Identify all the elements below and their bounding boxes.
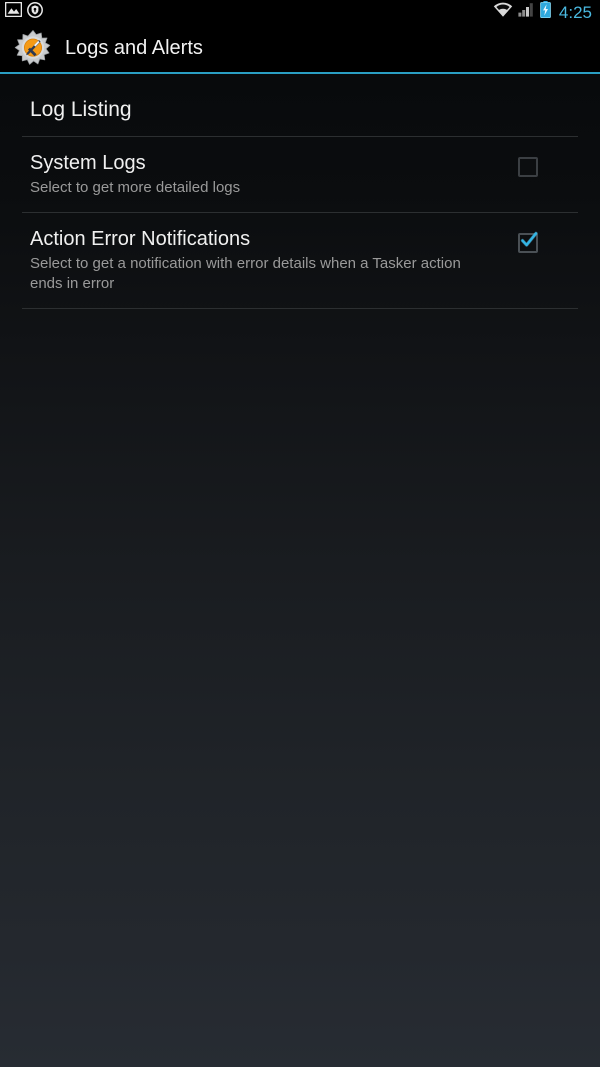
section-header-label: Log Listing — [30, 98, 132, 121]
status-bar-left-icons — [4, 1, 43, 23]
image-icon — [4, 1, 23, 22]
system-logs-checkbox[interactable] — [518, 157, 538, 177]
preference-widget — [510, 227, 546, 253]
preference-widget — [510, 151, 546, 177]
action-bar: Logs and Alerts — [0, 24, 600, 72]
tasker-gear-icon — [14, 29, 52, 67]
status-bar-clock: 4:25 — [558, 2, 592, 22]
preference-title: Action Error Notifications — [30, 228, 251, 250]
divider — [22, 308, 578, 309]
wifi-icon — [493, 2, 513, 23]
preference-row-system-logs[interactable]: System Logs Select to get more detailed … — [0, 137, 600, 212]
status-bar: 4:25 — [0, 0, 600, 24]
checkmark-icon — [520, 231, 538, 247]
preference-summary: Select to get more detailed logs — [30, 179, 241, 196]
preference-texts: System Logs Select to get more detailed … — [30, 151, 510, 198]
action-error-notifications-checkbox[interactable] — [518, 231, 538, 253]
preference-texts: Action Error Notifications Select to get… — [30, 227, 510, 294]
preference-summary: Select to get a notification with error … — [30, 255, 461, 292]
preference-title: System Logs — [30, 152, 146, 174]
preference-row-action-error-notifications[interactable]: Action Error Notifications Select to get… — [0, 213, 600, 308]
status-bar-right-icons: 4:25 — [493, 1, 592, 23]
cellular-signal-icon — [518, 2, 535, 22]
section-header-log-listing: Log Listing — [0, 74, 600, 136]
page-title: Logs and Alerts — [65, 37, 203, 59]
shield-badge-icon — [27, 1, 43, 23]
battery-charging-icon — [540, 1, 551, 23]
android-screen: 4:25 Logs and Alerts Log Listing System … — [0, 0, 600, 1067]
preferences-list: Log Listing System Logs Select to get mo… — [0, 74, 600, 1067]
